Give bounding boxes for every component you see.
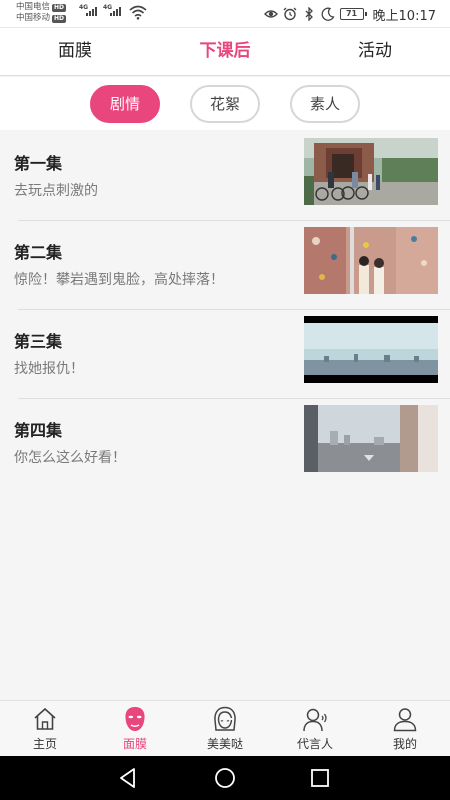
filter-pills: 剧情 花絮 素人	[0, 77, 450, 130]
episode-description: 找她报仇！	[14, 361, 84, 377]
user-icon	[393, 708, 417, 732]
home-icon	[34, 707, 56, 730]
episode-item[interactable]: 第四集 你怎么这么好看！	[0, 399, 450, 488]
bluetooth-icon	[305, 7, 313, 21]
episode-item[interactable]: 第三集 找她报仇！	[0, 310, 450, 399]
nav-spokesperson-label: 代言人	[296, 737, 333, 751]
signal-icon	[86, 7, 97, 16]
nav-spokesperson[interactable]: 代言人	[270, 701, 360, 756]
spokesperson-icon	[303, 708, 327, 732]
nav-home[interactable]: 主页	[0, 701, 90, 756]
episode-title: 第一集	[14, 154, 63, 173]
episode-description: 你怎么这么好看！	[14, 450, 126, 466]
tab-after-class[interactable]: 下课后	[150, 28, 300, 75]
episode-title: 第三集	[14, 332, 63, 351]
episode-item[interactable]: 第二集 惊险！攀岩遇到鬼脸，高处摔落！	[0, 221, 450, 310]
bottom-nav: 主页 面膜 美美哒 代言人 我的	[0, 700, 450, 756]
nav-meimeida-label: 美美哒	[206, 737, 243, 751]
episode-thumbnail[interactable]	[304, 316, 438, 383]
tab-mask[interactable]: 面膜	[0, 28, 150, 75]
girl-face-icon	[214, 706, 236, 731]
carrier-2-label: 中国移动	[16, 13, 51, 23]
home-circle-icon[interactable]	[213, 766, 237, 790]
episode-item[interactable]: 第一集 去玩点刺激的	[0, 132, 450, 221]
episode-title: 第四集	[14, 421, 63, 440]
system-nav-bar	[0, 756, 450, 800]
hd-badge-1: HD	[52, 3, 67, 12]
filter-behind-scenes[interactable]: 花絮	[190, 84, 260, 123]
alarm-icon	[283, 7, 296, 21]
episode-thumbnail[interactable]	[304, 227, 438, 294]
carrier-1-label: 中国电信	[16, 2, 51, 12]
battery-icon: 71	[339, 8, 367, 20]
episode-thumbnail[interactable]	[304, 405, 438, 472]
hd-badge-2: HD	[52, 14, 67, 23]
status-time: 晚上10:17	[372, 8, 436, 24]
nav-mask[interactable]: 面膜	[90, 701, 180, 756]
episode-title: 第二集	[14, 243, 63, 262]
recent-apps-icon[interactable]	[308, 766, 332, 790]
episode-description: 去玩点刺激的	[14, 183, 98, 199]
tab-activity[interactable]: 活动	[300, 28, 450, 75]
status-bar: 中国电信 HD 中国移动 HD 4G 4G 71 晚上10:17	[0, 0, 450, 28]
episode-thumbnail[interactable]	[304, 138, 438, 205]
top-tab-bar: 面膜 下课后 活动	[0, 28, 450, 76]
status-right-group: 71 晚上10:17	[263, 4, 436, 24]
filter-plot[interactable]: 剧情	[90, 84, 160, 123]
episode-description: 惊险！攀岩遇到鬼脸，高处摔落！	[14, 272, 224, 288]
eye-icon	[263, 10, 278, 18]
episode-list: 第一集 去玩点刺激的 第二集 惊险！攀岩遇到鬼脸，高处摔落！ 第三集 找她报仇！…	[0, 132, 450, 488]
filter-amateur[interactable]: 素人	[290, 84, 360, 123]
nav-mine[interactable]: 我的	[360, 701, 450, 756]
nav-mask-label: 面膜	[122, 737, 147, 751]
moon-icon	[321, 7, 335, 21]
wifi-icon	[129, 5, 147, 20]
nav-mine-label: 我的	[392, 737, 417, 751]
nav-meimeida[interactable]: 美美哒	[180, 701, 270, 756]
nav-home-label: 主页	[32, 737, 57, 751]
face-mask-icon	[125, 707, 145, 731]
back-icon[interactable]	[116, 766, 140, 790]
carrier-info: 中国电信 HD 中国移动 HD	[16, 2, 67, 24]
signal-icon	[110, 7, 121, 16]
